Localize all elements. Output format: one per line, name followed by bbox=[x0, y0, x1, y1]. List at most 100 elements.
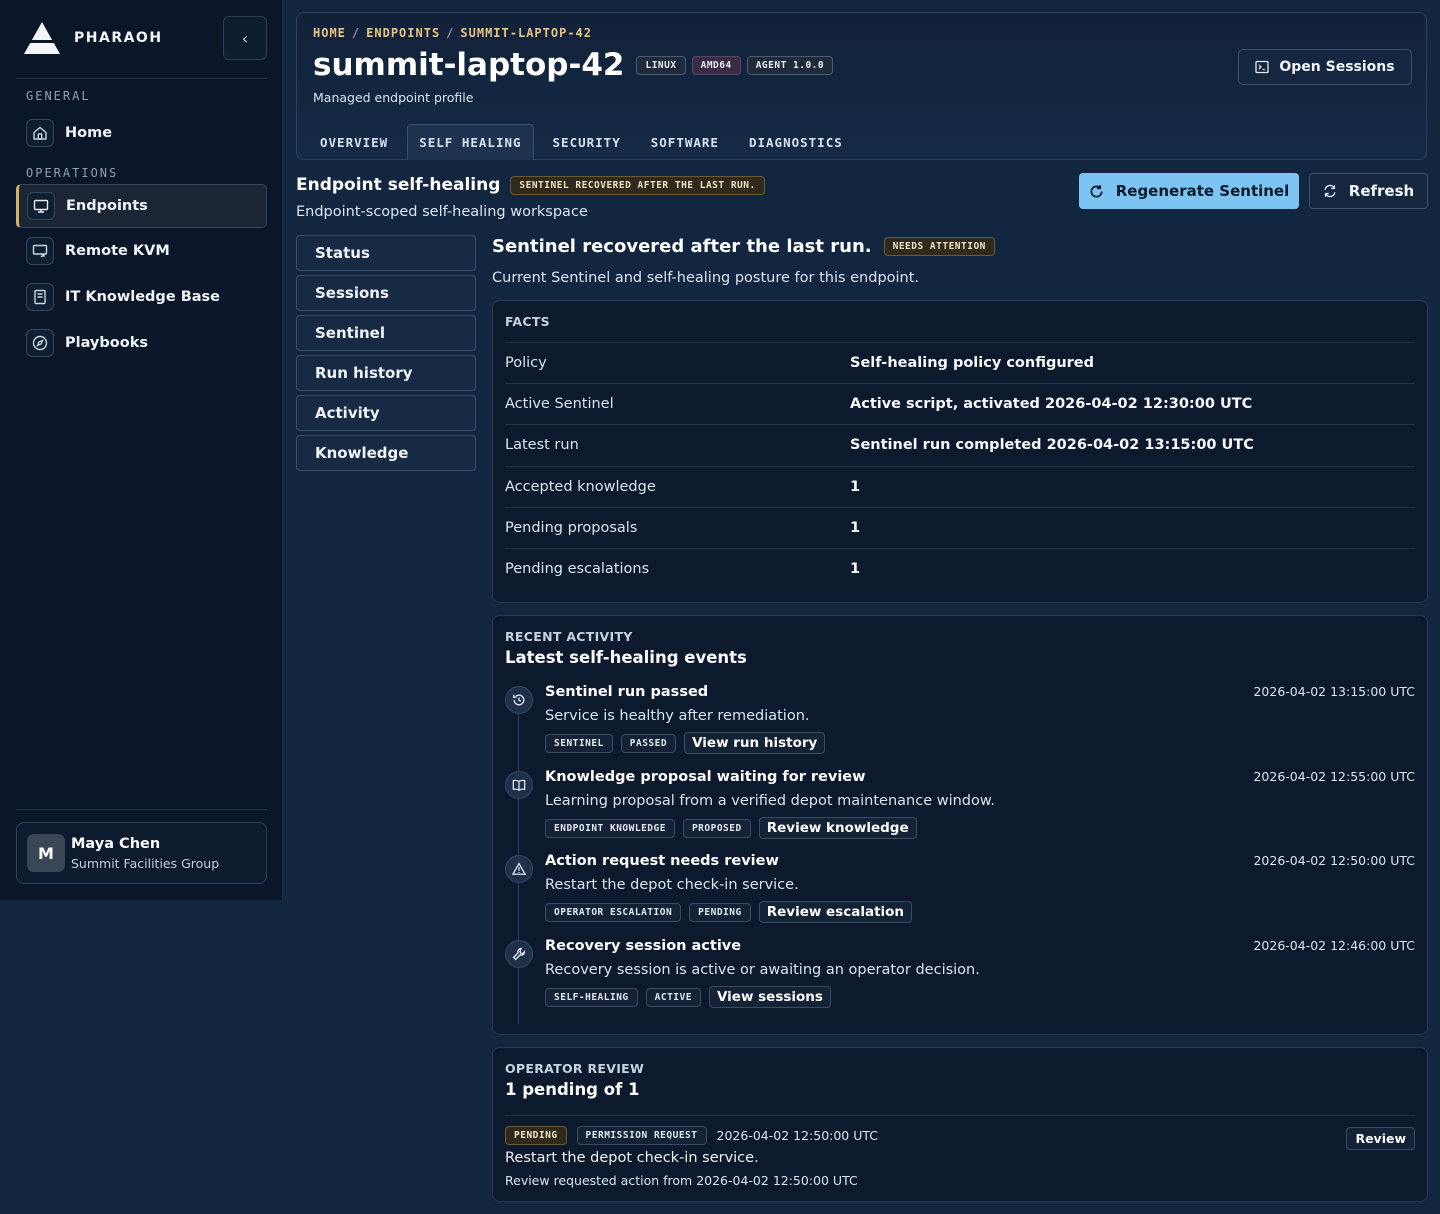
fact-row: Policy Self-healing policy configured bbox=[505, 342, 1415, 383]
tab-security[interactable]: SECURITY bbox=[542, 124, 632, 160]
regenerate-sentinel-label: Regenerate Sentinel bbox=[1115, 182, 1290, 200]
timeline-event: Sentinel run passed Service is healthy a… bbox=[505, 684, 1415, 768]
fact-key: Latest run bbox=[505, 437, 579, 453]
review-item-title: Restart the depot check-in service. bbox=[505, 1150, 759, 1166]
view-run-history-link[interactable]: View run history bbox=[684, 732, 826, 754]
user-profile-card[interactable]: M Maya Chen Summit Facilities Group bbox=[16, 822, 267, 884]
sidebar-item-label: Playbooks bbox=[65, 335, 148, 351]
sidebar-section-operations: OPERATIONS bbox=[26, 166, 119, 180]
sidebar-item-label: Home bbox=[65, 125, 113, 141]
page-title: summit-laptop-42 bbox=[313, 47, 625, 83]
pending-tag: PENDING bbox=[505, 1126, 567, 1145]
history-icon bbox=[505, 686, 533, 714]
event-timestamp: 2026-04-02 12:46:00 UTC bbox=[1253, 938, 1415, 953]
fact-key: Active Sentinel bbox=[505, 396, 614, 412]
page-subtitle: Managed endpoint profile bbox=[313, 90, 474, 105]
sidebar-item-home[interactable]: Home bbox=[16, 111, 267, 155]
event-timestamp: 2026-04-02 12:50:00 UTC bbox=[1253, 853, 1415, 868]
refresh-icon bbox=[1324, 184, 1336, 198]
subnav-status[interactable]: Status bbox=[296, 235, 476, 271]
fact-value: 1 bbox=[850, 479, 861, 495]
event-timestamp: 2026-04-02 12:55:00 UTC bbox=[1253, 769, 1415, 784]
subnav-sessions[interactable]: Sessions bbox=[296, 275, 476, 311]
view-sessions-link[interactable]: View sessions bbox=[708, 986, 831, 1008]
breadcrumb-endpoints[interactable]: ENDPOINTS bbox=[366, 26, 440, 40]
collapse-sidebar-button[interactable]: ‹ bbox=[223, 16, 267, 60]
os-tag: LINUX bbox=[636, 55, 686, 75]
event-tag: PROPOSED bbox=[682, 818, 751, 838]
subnav-sentinel[interactable]: Sentinel bbox=[296, 315, 476, 351]
breadcrumb-current: SUMMIT-LAPTOP-42 bbox=[460, 26, 592, 40]
fact-key: Pending escalations bbox=[505, 561, 650, 577]
breadcrumb: HOME / ENDPOINTS / SUMMIT-LAPTOP-42 bbox=[313, 26, 592, 40]
event-tag: SENTINEL bbox=[545, 733, 613, 753]
endpoint-tabs: OVERVIEW SELF HEALING SECURITY SOFTWARE … bbox=[309, 124, 862, 160]
remote-screen-icon bbox=[26, 237, 54, 265]
open-sessions-button[interactable]: Open Sessions bbox=[1238, 49, 1412, 85]
monitor-icon bbox=[27, 192, 55, 220]
sidebar-item-label: Remote KVM bbox=[65, 243, 170, 259]
subnav-knowledge[interactable]: Knowledge bbox=[296, 435, 476, 471]
subnav-activity[interactable]: Activity bbox=[296, 395, 476, 431]
user-org: Summit Facilities Group bbox=[71, 855, 220, 871]
tab-overview[interactable]: OVERVIEW bbox=[309, 124, 399, 160]
facts-card: FACTS Policy Self-healing policy configu… bbox=[492, 300, 1428, 603]
avatar: M bbox=[27, 834, 65, 872]
event-title: Sentinel run passed bbox=[545, 684, 709, 700]
event-description: Recovery session is active or awaiting a… bbox=[545, 962, 980, 978]
fact-value: 1 bbox=[850, 561, 861, 577]
wrench-icon bbox=[505, 940, 533, 968]
review-escalation-link[interactable]: Review escalation bbox=[758, 901, 913, 923]
operator-review-card: OPERATOR REVIEW 1 pending of 1 PENDING P… bbox=[492, 1047, 1428, 1202]
event-tag: SELF-HEALING bbox=[545, 987, 638, 1007]
review-button[interactable]: Review bbox=[1346, 1127, 1415, 1150]
breadcrumb-home[interactable]: HOME bbox=[313, 26, 346, 40]
event-description: Service is healthy after remediation. bbox=[545, 708, 810, 724]
fact-row: Pending proposals 1 bbox=[505, 507, 1415, 548]
tab-diagnostics[interactable]: DIAGNOSTICS bbox=[738, 124, 854, 160]
subnav-run-history[interactable]: Run history bbox=[296, 355, 476, 391]
terminal-icon bbox=[1255, 60, 1270, 74]
sidebar-item-remote-kvm[interactable]: Remote KVM bbox=[16, 229, 267, 273]
timeline-event: Recovery session active Recovery session… bbox=[505, 938, 1415, 1022]
review-timestamp: 2026-04-02 12:50:00 UTC bbox=[716, 1128, 879, 1143]
warning-icon bbox=[505, 855, 533, 883]
brand-logo[interactable]: PHARAOH bbox=[24, 22, 163, 54]
book-icon bbox=[26, 283, 54, 311]
sidebar-item-label: IT Knowledge Base bbox=[65, 289, 220, 305]
refresh-button[interactable]: Refresh bbox=[1309, 173, 1428, 209]
review-divider bbox=[505, 1115, 1415, 1116]
sidebar-item-label: Endpoints bbox=[66, 198, 148, 214]
regenerate-sentinel-button[interactable]: Regenerate Sentinel bbox=[1079, 173, 1299, 209]
tab-software[interactable]: SOFTWARE bbox=[640, 124, 730, 160]
event-timestamp: 2026-04-02 13:15:00 UTC bbox=[1253, 684, 1415, 699]
sidebar-divider bbox=[16, 78, 267, 79]
sidebar: PHARAOH ‹ GENERAL Home OPERATIONS Endpoi… bbox=[0, 0, 283, 900]
event-tag: PENDING bbox=[689, 902, 751, 922]
agent-version-tag: AGENT 1.0.0 bbox=[746, 55, 834, 75]
fact-value: Sentinel run completed 2026-04-02 13:15:… bbox=[850, 437, 1254, 453]
event-tag: ENDPOINT KNOWLEDGE bbox=[545, 818, 675, 838]
fact-key: Pending proposals bbox=[505, 520, 638, 536]
status-title: Sentinel recovered after the last run. bbox=[492, 236, 872, 257]
sidebar-item-knowledge-base[interactable]: IT Knowledge Base bbox=[16, 275, 267, 319]
section-subtitle: Endpoint-scoped self-healing workspace bbox=[296, 204, 588, 220]
review-label: OPERATOR REVIEW bbox=[505, 1061, 645, 1076]
review-title: 1 pending of 1 bbox=[505, 1080, 640, 1099]
timeline-event: Knowledge proposal waiting for review Le… bbox=[505, 769, 1415, 853]
event-tag: PASSED bbox=[620, 733, 677, 753]
fact-row: Active Sentinel Active script, activated… bbox=[505, 383, 1415, 424]
fact-key: Policy bbox=[505, 355, 547, 371]
tab-self-healing[interactable]: SELF HEALING bbox=[407, 124, 534, 160]
review-knowledge-link[interactable]: Review knowledge bbox=[758, 817, 917, 839]
fact-row: Latest run Sentinel run completed 2026-0… bbox=[505, 424, 1415, 465]
fact-value: Active script, activated 2026-04-02 12:3… bbox=[850, 396, 1253, 412]
activity-label: RECENT ACTIVITY bbox=[505, 629, 633, 644]
event-description: Restart the depot check-in service. bbox=[545, 877, 799, 893]
fact-value: 1 bbox=[850, 520, 861, 536]
sidebar-item-endpoints[interactable]: Endpoints bbox=[16, 184, 267, 228]
refresh-label: Refresh bbox=[1348, 182, 1415, 200]
fact-row: Pending escalations 1 bbox=[505, 548, 1415, 589]
event-tag: OPERATOR ESCALATION bbox=[545, 902, 682, 922]
sidebar-item-playbooks[interactable]: Playbooks bbox=[16, 321, 267, 365]
